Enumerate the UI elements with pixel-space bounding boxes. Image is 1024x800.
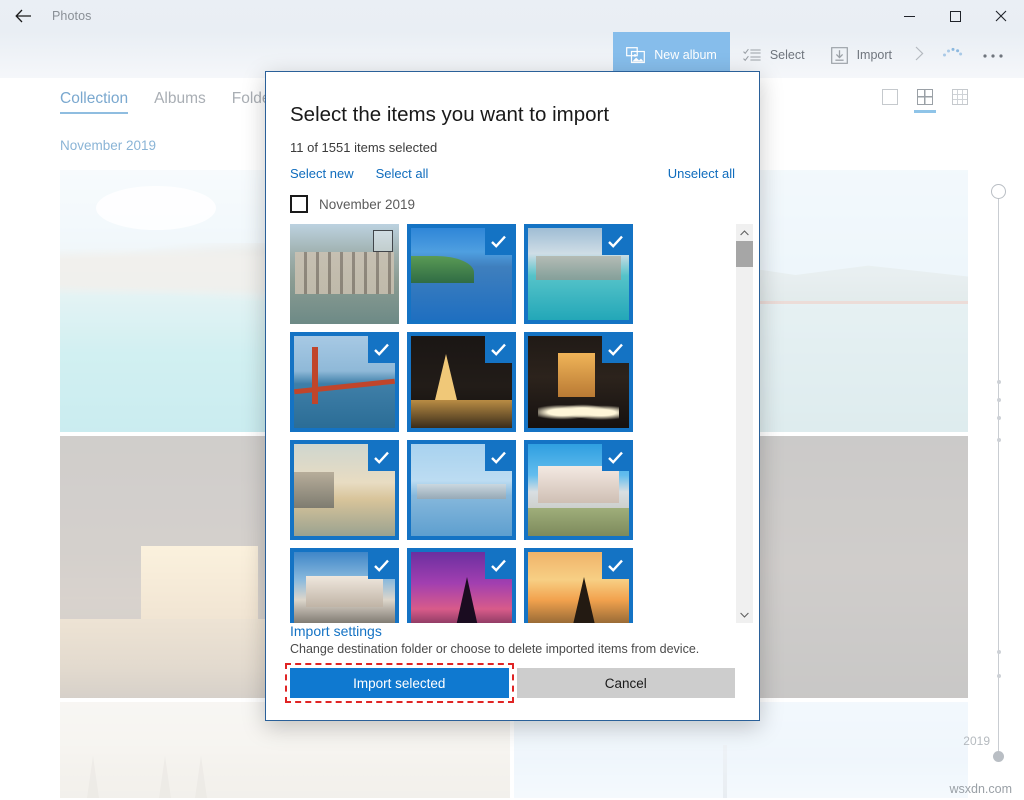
thumbnail-disney-2[interactable] — [290, 548, 399, 623]
photos-app-window: Photos New album — [0, 0, 1024, 800]
zoom-large-icon[interactable] — [882, 89, 898, 113]
timeline-scrubber[interactable] — [987, 180, 1011, 764]
dialog-link-row: Select new Select all Unselect all — [290, 166, 735, 181]
more-options-button[interactable] — [970, 46, 1016, 64]
app-title: Photos — [52, 9, 92, 23]
thumbnail-scroll-area — [266, 224, 759, 623]
thumbnail-bay[interactable] — [524, 224, 633, 324]
select-new-link[interactable]: Select new — [290, 166, 354, 181]
select-label: Select — [770, 48, 805, 62]
import-icon — [831, 47, 848, 64]
tab-collection[interactable]: Collection — [60, 90, 128, 113]
thumbnail-checkbox-checked[interactable] — [602, 552, 629, 579]
cancel-button[interactable]: Cancel — [517, 668, 736, 698]
spinner-icon — [934, 44, 970, 67]
thumbnail-checkbox-checked[interactable] — [602, 228, 629, 255]
dialog-footer: Import settings Change destination folde… — [266, 623, 759, 720]
dialog-subtitle: 11 of 1551 items selected — [290, 140, 759, 155]
chevron-right-icon[interactable] — [905, 46, 934, 64]
thumbnail-town[interactable] — [290, 224, 399, 324]
import-settings-description: Change destination folder or choose to d… — [290, 642, 735, 656]
thumbnail-lake[interactable] — [407, 224, 516, 324]
thumbnail-checkbox-checked[interactable] — [485, 228, 512, 255]
scroll-up-icon[interactable] — [736, 224, 753, 241]
thumbnail-bridge[interactable] — [290, 332, 399, 432]
thumbnail-checkbox-checked[interactable] — [368, 336, 395, 363]
import-settings-link[interactable]: Import settings — [290, 623, 735, 639]
dialog-title: Select the items you want to import — [290, 103, 759, 127]
import-label: Import — [857, 48, 892, 62]
scrollbar-track[interactable] — [736, 241, 753, 606]
thumbnail-checkbox-checked[interactable] — [485, 552, 512, 579]
scroll-down-icon[interactable] — [736, 606, 753, 623]
month-heading: November 2019 — [60, 138, 156, 153]
thumbnail-seine[interactable] — [290, 440, 399, 540]
timeline-track — [998, 192, 999, 754]
timeline-bottom-handle[interactable] — [993, 751, 1004, 762]
group-label: November 2019 — [319, 197, 415, 212]
zoom-small-icon[interactable] — [952, 89, 968, 113]
thumbnail-eiffel-2[interactable] — [524, 548, 633, 623]
select-icon — [743, 48, 761, 62]
thumbnail-grid — [290, 224, 731, 623]
thumbnail-checkbox-checked[interactable] — [368, 444, 395, 471]
thumbnail-vegas-1[interactable] — [407, 332, 516, 432]
timeline-top-handle[interactable] — [991, 184, 1006, 199]
maximize-button[interactable] — [932, 0, 978, 32]
minimize-button[interactable] — [886, 0, 932, 32]
dialog-button-row: Import selected Cancel — [290, 668, 735, 698]
back-arrow-icon[interactable] — [0, 0, 46, 32]
thumbnail-checkbox-checked[interactable] — [368, 552, 395, 579]
import-dialog: Select the items you want to import 11 o… — [265, 71, 760, 721]
watermark: wsxdn.com — [949, 782, 1012, 796]
title-bar: Photos — [0, 0, 1024, 32]
select-all-link[interactable]: Select all — [376, 166, 429, 181]
thumbnail-checkbox-empty[interactable] — [373, 230, 393, 252]
group-checkbox[interactable] — [290, 195, 308, 213]
thumbnail-vegas-2[interactable] — [524, 332, 633, 432]
group-header-november[interactable]: November 2019 — [290, 195, 759, 213]
new-album-label: New album — [654, 48, 717, 62]
cancel-label: Cancel — [605, 676, 647, 691]
close-icon — [995, 10, 1007, 22]
thumbnail-checkbox-checked[interactable] — [485, 336, 512, 363]
tab-albums[interactable]: Albums — [154, 90, 206, 113]
thumbnail-disney-1[interactable] — [524, 440, 633, 540]
thumbnail-eiffel-1[interactable] — [407, 548, 516, 623]
zoom-level-group — [882, 89, 968, 113]
thumbnail-checkbox-checked[interactable] — [485, 444, 512, 471]
import-button[interactable]: Import — [818, 32, 905, 78]
dialog-scrollbar[interactable] — [736, 224, 753, 623]
import-selected-button[interactable]: Import selected — [290, 668, 509, 698]
minimize-icon — [904, 16, 915, 17]
thumbnail-checkbox-checked[interactable] — [602, 444, 629, 471]
unselect-all-link[interactable]: Unselect all — [668, 166, 735, 181]
maximize-icon — [950, 11, 961, 22]
new-album-icon — [626, 47, 645, 64]
scrollbar-thumb[interactable] — [736, 241, 753, 267]
import-selected-label: Import selected — [353, 676, 445, 691]
thumbnail-river[interactable] — [407, 440, 516, 540]
close-button[interactable] — [978, 0, 1024, 32]
zoom-medium-icon[interactable] — [914, 89, 936, 113]
window-controls — [886, 0, 1024, 32]
thumbnail-checkbox-checked[interactable] — [602, 336, 629, 363]
timeline-year-label: 2019 — [963, 734, 990, 748]
back-arrow-glyph — [15, 9, 32, 23]
